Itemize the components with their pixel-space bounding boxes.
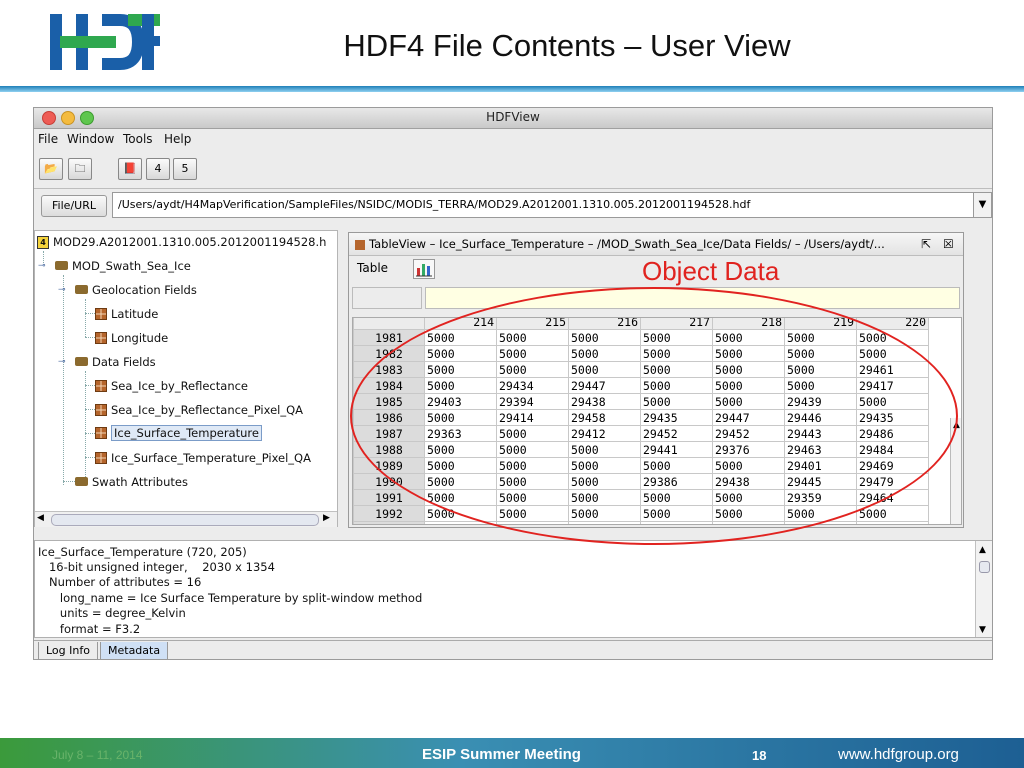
folder-icon: [55, 261, 68, 270]
tree-item-label: Sea_Ice_by_Reflectance_Pixel_QA: [111, 403, 304, 417]
url-bar: File/URL /Users/aydt/H4MapVerification/S…: [34, 188, 992, 221]
toolbar: 📂 🗀 📕 4 5: [34, 152, 992, 186]
tree-horizontal-scrollbar[interactable]: ◀ ▶: [35, 511, 337, 527]
dataset-icon: [95, 403, 107, 416]
scrollbar-thumb[interactable]: [979, 561, 990, 573]
row-header[interactable]: 1992: [353, 505, 425, 522]
annotation-oval: [350, 287, 958, 545]
info-panel: Ice_Surface_Temperature (720, 205) 16-bi…: [34, 540, 992, 638]
detach-icon[interactable]: ⇱: [921, 233, 931, 255]
chart-icon[interactable]: [413, 259, 435, 279]
tree-item-label: Ice_Surface_Temperature_Pixel_QA: [111, 451, 311, 465]
folder-icon: [75, 285, 88, 294]
row-header[interactable]: 1993: [353, 521, 425, 524]
tree-item-geolocation[interactable]: Geolocation Fields: [75, 283, 197, 297]
tab-metadata[interactable]: Metadata: [100, 642, 169, 660]
footer-page-number: 18: [752, 748, 767, 763]
menu-window[interactable]: Window: [67, 132, 114, 146]
tree-item-ice-surface-temperature-qa[interactable]: Ice_Surface_Temperature_Pixel_QA: [95, 451, 311, 465]
annotation-label: Object Data: [642, 256, 780, 286]
info-line: Number of attributes = 16: [38, 575, 202, 589]
tree-item-file[interactable]: 4 MOD29.A2012001.1310.005.2012001194528.h: [37, 235, 326, 249]
expand-toggle-icon[interactable]: ⊸: [58, 357, 66, 367]
tree-item-swath-attributes[interactable]: Swath Attributes: [75, 475, 188, 489]
tree-item-label: Ice_Surface_Temperature: [111, 425, 262, 441]
scroll-left-icon[interactable]: ◀: [37, 513, 44, 523]
menu-table[interactable]: Table: [357, 261, 388, 275]
info-line: format = F3.2: [38, 622, 141, 636]
tree-item-label: Geolocation Fields: [92, 283, 197, 297]
footer-meeting: ESIP Summer Meeting: [422, 746, 581, 763]
info-vertical-scrollbar[interactable]: ▲ ▼: [975, 541, 992, 637]
file-url-button[interactable]: File/URL: [41, 195, 107, 217]
tableview-title: TableView – Ice_Surface_Temperature – /M…: [369, 237, 885, 251]
dataset-icon: [95, 426, 107, 439]
cell-name-field[interactable]: [352, 287, 422, 309]
footer-website: www.hdfgroup.org: [838, 746, 959, 763]
expand-toggle-icon[interactable]: ⊸: [58, 285, 66, 295]
tree-item-label: Swath Attributes: [92, 475, 188, 489]
menu-file[interactable]: File: [38, 132, 58, 146]
table-icon: [355, 239, 365, 250]
expand-toggle-icon[interactable]: ⊸: [38, 261, 46, 271]
window-titlebar: HDFView: [34, 108, 992, 129]
url-input[interactable]: /Users/aydt/H4MapVerification/SampleFile…: [112, 192, 974, 218]
close-file-icon[interactable]: 🗀: [68, 158, 92, 180]
hdf4-file-icon: 4: [37, 236, 49, 249]
dataset-icon: [95, 331, 107, 344]
tree-item-label: Sea_Ice_by_Reflectance: [111, 379, 249, 393]
user-guide-icon[interactable]: 📕: [118, 158, 142, 180]
file-tree: 4 MOD29.A2012001.1310.005.2012001194528.h…: [34, 230, 338, 527]
tree-item-group[interactable]: MOD_Swath_Sea_Ice: [55, 259, 191, 273]
scrollbar-thumb[interactable]: [51, 514, 319, 526]
url-dropdown-icon[interactable]: ▼: [974, 192, 992, 218]
close-icon[interactable]: ☒: [943, 233, 954, 255]
tree-item-ice-surface-temperature[interactable]: Ice_Surface_Temperature: [95, 425, 262, 441]
dataset-icon: [95, 379, 107, 392]
tree-item-label: MOD29.A2012001.1310.005.2012001194528.h: [53, 235, 327, 249]
corner-header: [353, 318, 425, 330]
menubar: File Window Tools Help: [34, 130, 992, 150]
info-line: long_name = Ice Surface Temperature by s…: [38, 591, 423, 605]
footer-date: July 8 – 11, 2014: [52, 748, 143, 762]
tree-item-label: Longitude: [111, 331, 169, 345]
menu-help[interactable]: Help: [164, 132, 191, 146]
scroll-right-icon[interactable]: ▶: [323, 513, 330, 523]
tree-item-label: Data Fields: [92, 355, 156, 369]
hdf4-library-icon[interactable]: 4: [146, 158, 170, 180]
tree-item-sea-ice-reflectance-qa[interactable]: Sea_Ice_by_Reflectance_Pixel_QA: [95, 403, 303, 417]
table-cell[interactable]: 29445: [856, 521, 929, 524]
title-divider: [0, 86, 1024, 92]
hdf5-library-icon[interactable]: 5: [173, 158, 197, 180]
tree-item-data-fields[interactable]: Data Fields: [75, 355, 156, 369]
tableview-titlebar: TableView – Ice_Surface_Temperature – /M…: [349, 233, 963, 256]
folder-icon: [75, 357, 88, 366]
folder-icon: [75, 477, 88, 486]
info-line: Ice_Surface_Temperature (720, 205): [38, 545, 247, 559]
tree-item-label: MOD_Swath_Sea_Ice: [72, 259, 191, 273]
tab-log-info[interactable]: Log Info: [38, 642, 98, 660]
window-title: HDFView: [486, 110, 540, 124]
scroll-up-icon[interactable]: ▲: [979, 543, 986, 559]
slide-footer: July 8 – 11, 2014 ESIP Summer Meeting 18…: [0, 738, 1024, 768]
tree-item-latitude[interactable]: Latitude: [95, 307, 158, 321]
info-line: units = degree_Kelvin: [38, 606, 186, 620]
tree-item-sea-ice-reflectance[interactable]: Sea_Ice_by_Reflectance: [95, 379, 248, 393]
tree-item-label: Latitude: [111, 307, 159, 321]
open-file-icon[interactable]: 📂: [39, 158, 63, 180]
info-line: 16-bit unsigned integer, 2030 x 1354: [38, 560, 275, 574]
slide-title: HDF4 File Contents – User View: [343, 28, 791, 63]
dataset-icon: [95, 451, 107, 464]
bottom-tabs: Log Info Metadata: [34, 640, 992, 661]
menu-tools[interactable]: Tools: [123, 132, 153, 146]
dataset-icon: [95, 307, 107, 320]
tree-item-longitude[interactable]: Longitude: [95, 331, 168, 345]
scroll-down-icon[interactable]: ▼: [979, 623, 986, 639]
